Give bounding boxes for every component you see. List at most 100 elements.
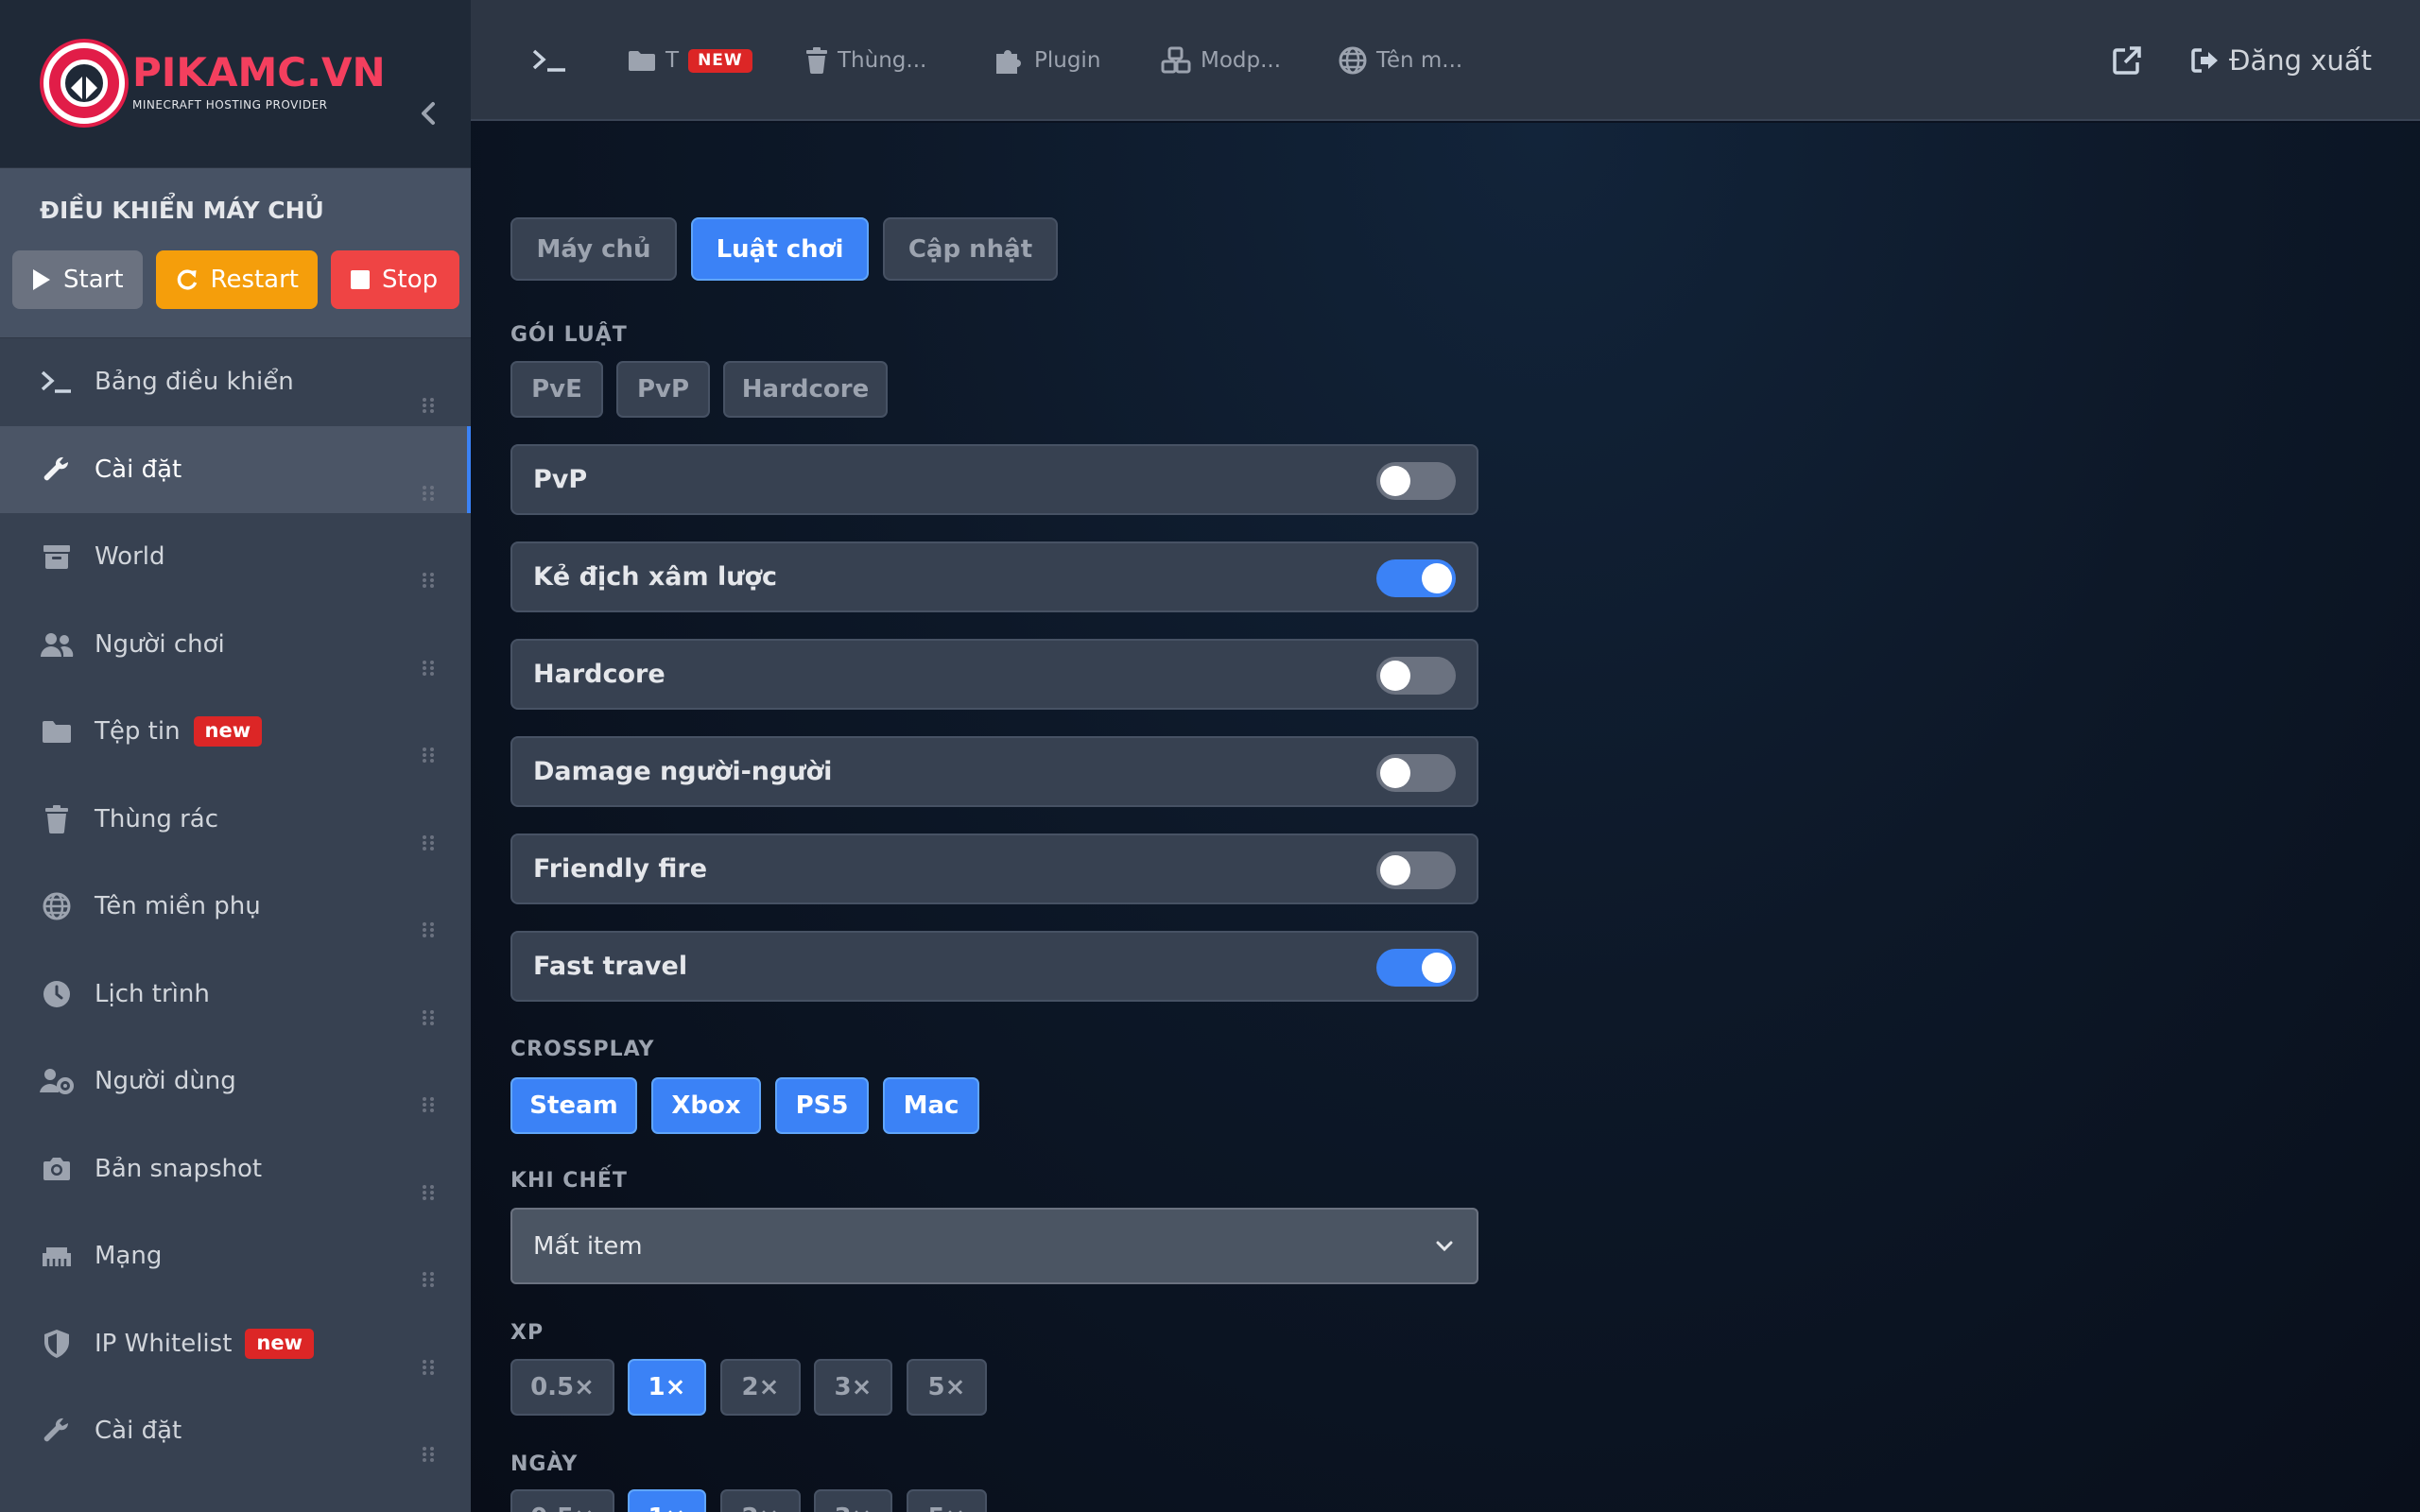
preset-pvp-button[interactable]: PvP: [616, 361, 710, 418]
sidebar-item-label: Bản snapshot: [95, 1154, 263, 1183]
xp-option-0.5x[interactable]: 0.5×: [510, 1359, 614, 1416]
start-label: Start: [63, 266, 124, 294]
users-cog-icon: [40, 1064, 74, 1098]
xp-option-5x[interactable]: 5×: [907, 1359, 987, 1416]
sidebar-item-label: Lịch trình: [95, 979, 210, 1008]
tab-game-rules[interactable]: Luật chơi: [691, 217, 869, 281]
xp-option-2x[interactable]: 2×: [720, 1359, 801, 1416]
puzzle-icon: [996, 50, 1021, 74]
drag-handle-icon[interactable]: [422, 485, 435, 502]
logout-button[interactable]: Đăng xuất: [2191, 0, 2372, 121]
preset-pve-button[interactable]: PvE: [510, 361, 603, 418]
sidebar-item-subdomain[interactable]: Tên miền phụ: [0, 863, 471, 951]
pvp-switch[interactable]: [1376, 462, 1456, 500]
open-external-button[interactable]: [2112, 0, 2142, 121]
on-death-select[interactable]: Mất item: [510, 1208, 1478, 1284]
drag-handle-icon[interactable]: [422, 1184, 435, 1201]
player-damage-switch[interactable]: [1376, 754, 1456, 792]
xp-label: XP: [510, 1321, 544, 1345]
topbar-files-label: T: [666, 48, 680, 73]
sidebar-item-network[interactable]: Mạng: [0, 1212, 471, 1300]
day-option-0.5x[interactable]: 0.5×: [510, 1489, 614, 1512]
sidebar-item-users[interactable]: Người dùng: [0, 1038, 471, 1125]
toggle-row-friendly-fire: Friendly fire: [510, 833, 1478, 904]
sidebar-item-settings[interactable]: Cài đặt: [0, 425, 471, 513]
sidebar-item-world[interactable]: World: [0, 513, 471, 601]
drag-handle-icon[interactable]: [422, 1096, 435, 1113]
topbar-console-button[interactable]: [531, 0, 567, 121]
day-option-1x[interactable]: 1×: [628, 1489, 706, 1512]
globe-icon: [40, 889, 74, 923]
topbar-trash-link[interactable]: Thùng...: [805, 0, 926, 121]
start-button[interactable]: Start: [12, 250, 143, 309]
drag-handle-icon[interactable]: [422, 1009, 435, 1026]
collapse-sidebar-button[interactable]: [414, 96, 442, 130]
users-icon: [40, 627, 74, 662]
wrench-icon: [40, 1414, 74, 1448]
tab-server[interactable]: Máy chủ: [510, 217, 677, 281]
drag-handle-icon[interactable]: [422, 397, 435, 414]
toggle-row-pvp: PvP: [510, 444, 1478, 515]
drag-handle-icon[interactable]: [422, 572, 435, 589]
day-option-2x[interactable]: 2×: [720, 1489, 801, 1512]
server-control-panel: ĐIỀU KHIỂN MÁY CHỦ Start Restart Stop: [0, 168, 471, 338]
drag-handle-icon[interactable]: [422, 1271, 435, 1288]
network-icon: [40, 1239, 74, 1273]
sidebar-item-label: Người chơi: [95, 629, 225, 659]
archive-icon: [40, 540, 74, 574]
rule-preset-label: GÓI LUẬT: [510, 323, 628, 347]
raids-switch[interactable]: [1376, 559, 1456, 597]
trash-icon: [40, 802, 74, 836]
xp-option-3x[interactable]: 3×: [814, 1359, 892, 1416]
drag-handle-icon[interactable]: [422, 1359, 435, 1376]
toggle-row-player-damage: Damage người-người: [510, 736, 1478, 807]
crossplay-ps5-button[interactable]: PS5: [775, 1077, 869, 1134]
sidebar-item-label: Mạng: [95, 1242, 163, 1271]
trash-icon: [806, 47, 827, 74]
restart-button[interactable]: Restart: [156, 250, 318, 309]
sidebar-item-label: Tên miền phụ: [95, 892, 261, 921]
sidebar-item-label: Thùng rác: [95, 804, 219, 833]
sidebar-item-label: World: [95, 542, 165, 572]
xp-option-1x[interactable]: 1×: [628, 1359, 706, 1416]
topbar-files-link[interactable]: T NEW: [628, 0, 752, 121]
crossplay-steam-button[interactable]: Steam: [510, 1077, 637, 1134]
brand-tagline: MINECRAFT HOSTING PROVIDER: [132, 98, 328, 112]
crossplay-xbox-button[interactable]: Xbox: [651, 1077, 761, 1134]
toggle-label: Damage người-người: [533, 757, 833, 786]
globe-icon: [1339, 46, 1367, 75]
topbar-modpack-link[interactable]: Modp...: [1161, 0, 1281, 121]
toggle-label: Kẻ địch xâm lược: [533, 562, 778, 592]
clock-icon: [40, 977, 74, 1011]
hardcore-switch[interactable]: [1376, 657, 1456, 695]
friendly-fire-switch[interactable]: [1376, 851, 1456, 889]
fast-travel-switch[interactable]: [1376, 949, 1456, 987]
topbar-plugin-link[interactable]: Plugin: [994, 0, 1100, 121]
logout-label: Đăng xuất: [2229, 44, 2372, 77]
day-option-5x[interactable]: 5×: [907, 1489, 987, 1512]
sidebar-item-schedule[interactable]: Lịch trình: [0, 951, 471, 1039]
tab-updates[interactable]: Cập nhật: [883, 217, 1058, 281]
sidebar-item-dashboard[interactable]: Bảng điều khiển: [0, 338, 471, 426]
sidebar-item-label: Người dùng: [95, 1067, 236, 1096]
crossplay-mac-button[interactable]: Mac: [883, 1077, 979, 1134]
sidebar-item-players[interactable]: Người chơi: [0, 601, 471, 689]
sidebar-item-label: Cài đặt: [95, 1417, 182, 1446]
stop-button[interactable]: Stop: [331, 250, 459, 309]
sidebar-item-ip-whitelist[interactable]: IP Whitelist new: [0, 1300, 471, 1388]
drag-handle-icon[interactable]: [422, 660, 435, 677]
toggle-label: Hardcore: [533, 660, 666, 689]
drag-handle-icon[interactable]: [422, 1446, 435, 1463]
topbar-domain-link[interactable]: Tên m...: [1339, 0, 1462, 121]
preset-hardcore-button[interactable]: Hardcore: [723, 361, 888, 418]
drag-handle-icon[interactable]: [422, 834, 435, 851]
sidebar-item-files[interactable]: Tệp tin new: [0, 688, 471, 776]
on-death-label: KHI CHẾT: [510, 1169, 628, 1193]
sidebar-item-trash[interactable]: Thùng rác: [0, 776, 471, 864]
day-option-3x[interactable]: 3×: [814, 1489, 892, 1512]
sidebar-item-snapshot[interactable]: Bản snapshot: [0, 1125, 471, 1213]
sidebar-item-settings-2[interactable]: Cài đặt: [0, 1387, 471, 1475]
drag-handle-icon[interactable]: [422, 921, 435, 938]
play-icon: [33, 269, 50, 290]
drag-handle-icon[interactable]: [422, 747, 435, 764]
